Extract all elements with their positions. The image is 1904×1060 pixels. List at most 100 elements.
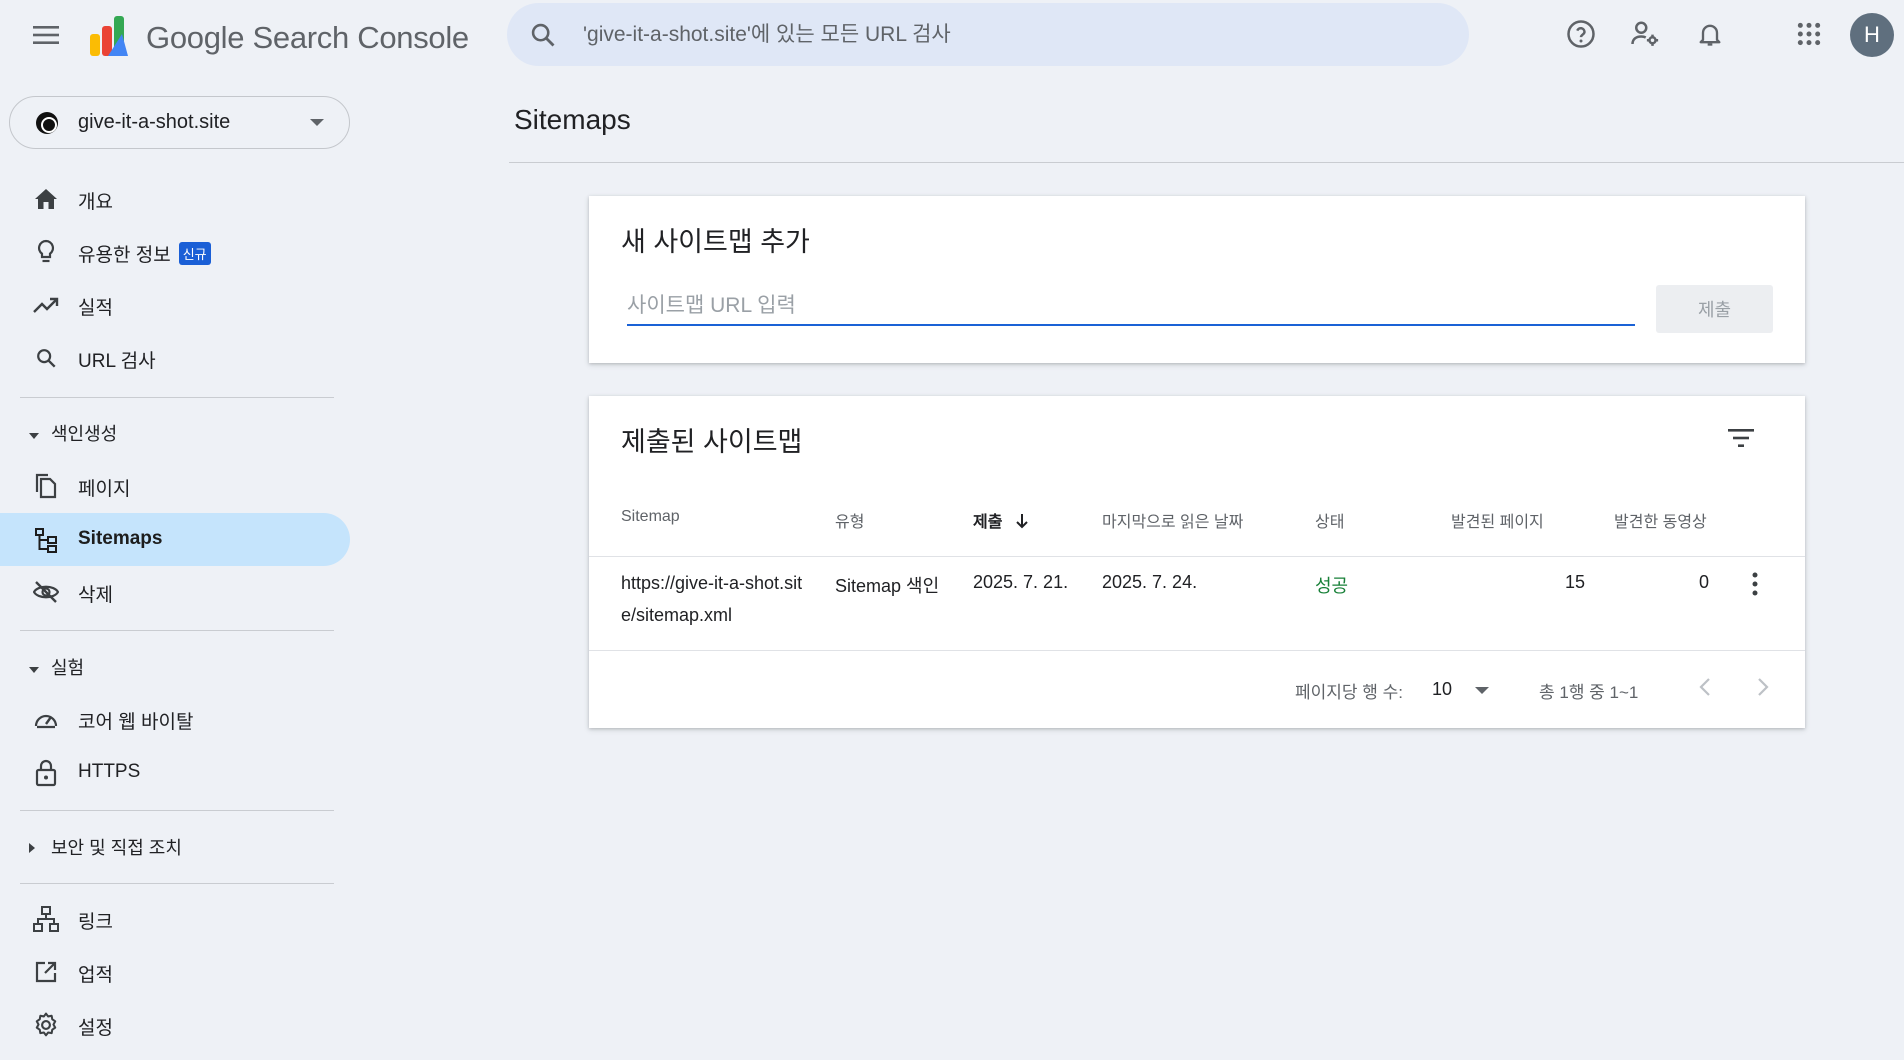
cell-discovered-videos: 0	[1698, 572, 1709, 592]
links-icon	[32, 905, 60, 933]
rows-per-page-select[interactable]: 10	[1432, 673, 1502, 705]
sitemap-url-input[interactable]	[627, 288, 1635, 326]
pagination-range: 총 1행 중 1~1	[1539, 683, 1639, 702]
column-header-discovered-videos[interactable]: 발견한 동영상	[1614, 508, 1707, 532]
sidebar-item-label: 코어 웹 바이탈	[78, 712, 194, 733]
lightbulb-icon	[32, 238, 60, 266]
add-sitemap-title: 새 사이트맵 추가	[621, 227, 810, 257]
url-inspection-input[interactable]	[583, 17, 1443, 53]
sidebar-item-links[interactable]: 링크	[0, 892, 350, 945]
chevron-left-icon	[1699, 678, 1710, 696]
cell-type: Sitemap 색인	[835, 576, 940, 596]
search-console-logo[interactable]	[88, 14, 136, 58]
sidebar-item-label: Sitemaps	[78, 528, 163, 549]
filter-button[interactable]	[1721, 418, 1761, 458]
help-button[interactable]	[1563, 16, 1599, 52]
sidebar-item-settings[interactable]: 설정	[0, 998, 350, 1051]
cell-discovered-pages: 15	[1564, 572, 1585, 592]
page-title: Sitemaps	[514, 104, 631, 135]
sidebar-item-url-inspection[interactable]: URL 검사	[0, 331, 350, 384]
sidebar-divider	[20, 397, 334, 398]
sidebar-item-pages[interactable]: 페이지	[0, 459, 350, 512]
sidebar-section-experience[interactable]: 실험	[0, 642, 350, 688]
sidebar-section-indexing[interactable]: 색인생성	[0, 408, 350, 454]
collapse-caret-icon	[28, 661, 40, 679]
open-in-new-icon	[32, 958, 60, 986]
sidebar-item-sitemaps[interactable]: Sitemaps	[0, 513, 350, 566]
cell-last-read: 2025. 7. 24.	[1102, 572, 1198, 592]
sidebar-item-https[interactable]: HTTPS	[0, 746, 350, 799]
sitemap-icon	[32, 526, 60, 554]
sidebar-item-core-web-vitals[interactable]: 코어 웹 바이탈	[0, 692, 350, 745]
sidebar-item-label: 개요	[78, 192, 113, 213]
top-bar: Google Search Console H	[0, 0, 1904, 68]
previous-page-button[interactable]	[1687, 669, 1723, 705]
main-menu-button[interactable]	[28, 18, 64, 52]
search-icon[interactable]	[529, 21, 557, 54]
sidebar-section-label: 색인생성	[51, 424, 118, 444]
column-header-sitemap[interactable]: Sitemap	[621, 508, 680, 526]
cell-sitemap-url[interactable]: https://give-it-a-shot.site/sitemap.xml	[621, 567, 811, 631]
apps-grid-icon	[1797, 22, 1821, 46]
bell-icon	[1699, 24, 1721, 46]
visibility-off-icon	[32, 578, 60, 606]
cell-status: 성공	[1315, 576, 1349, 596]
sort-descending-icon	[1016, 514, 1028, 529]
sidebar-item-removals[interactable]: 삭제	[0, 565, 350, 618]
row-divider	[589, 650, 1805, 651]
sidebar-item-label: 실적	[78, 298, 113, 319]
manage-users-icon	[1631, 21, 1659, 46]
column-header-discovered-pages[interactable]: 발견된 페이지	[1451, 508, 1544, 532]
collapse-caret-icon	[28, 427, 40, 445]
url-inspection-search[interactable]	[507, 3, 1469, 66]
sidebar-item-insights[interactable]: 유용한 정보 신규	[0, 225, 350, 278]
notifications-button[interactable]	[1692, 16, 1728, 52]
account-settings-button[interactable]	[1627, 16, 1663, 52]
sidebar-item-overview[interactable]: 개요	[0, 172, 350, 225]
sidebar-divider	[20, 883, 334, 884]
new-badge: 신규	[178, 242, 211, 265]
row-more-button[interactable]	[1743, 570, 1767, 598]
property-selector[interactable]: give-it-a-shot.site	[9, 96, 350, 149]
cell-submitted: 2025. 7. 21.	[973, 572, 1069, 592]
menu-icon	[33, 26, 59, 44]
brand-google: Google	[146, 20, 245, 55]
sidebar-item-label: 페이지	[78, 479, 131, 500]
sidebar-item-label: 삭제	[78, 585, 113, 606]
sidebar-item-label: HTTPS	[78, 761, 141, 782]
column-header-submitted[interactable]: 제출	[973, 508, 1029, 532]
sidebar-item-label: 설정	[78, 1018, 113, 1039]
help-icon	[1567, 20, 1595, 48]
submit-sitemap-button[interactable]: 제출	[1656, 285, 1773, 333]
sidebar-item-label: URL 검사	[78, 351, 156, 372]
sidebar-section-security[interactable]: 보안 및 직접 조치	[0, 822, 350, 868]
expand-caret-icon	[28, 841, 36, 859]
lock-icon	[32, 759, 60, 787]
property-icon	[36, 112, 58, 134]
next-page-button[interactable]	[1745, 669, 1781, 705]
submitted-sitemaps-card: 제출된 사이트맵 Sitemap 유형 제출 마지막으로 읽은 날짜 상태 발견…	[589, 396, 1805, 728]
sidebar-item-achievements[interactable]: 업적	[0, 945, 350, 998]
column-header-last-read[interactable]: 마지막으로 읽은 날짜	[1102, 508, 1243, 532]
google-apps-button[interactable]	[1791, 16, 1827, 52]
sidebar-section-label: 실험	[51, 658, 85, 678]
rows-per-page-label: 페이지당 행 수:	[1295, 683, 1404, 702]
dropdown-caret-icon	[1475, 687, 1489, 694]
sidebar-item-label: 업적	[78, 965, 113, 986]
sidebar-section-label: 보안 및 직접 조치	[51, 838, 182, 858]
brand-product: Search Console	[252, 20, 470, 55]
pages-icon	[32, 472, 60, 500]
title-divider	[509, 162, 1904, 163]
home-icon	[32, 185, 60, 213]
trending-up-icon	[32, 291, 60, 319]
column-header-label: 제출	[973, 514, 1003, 531]
sidebar-item-performance[interactable]: 실적	[0, 278, 350, 331]
more-vert-icon	[1752, 572, 1758, 596]
column-header-type[interactable]: 유형	[835, 508, 864, 532]
column-header-status[interactable]: 상태	[1315, 508, 1344, 532]
chevron-right-icon	[1758, 678, 1769, 696]
sidebar-divider	[20, 630, 334, 631]
sidebar-item-label: 유용한 정보 신규	[78, 240, 211, 267]
app-title: Google Search Console	[146, 20, 469, 56]
account-avatar[interactable]: H	[1850, 13, 1894, 57]
